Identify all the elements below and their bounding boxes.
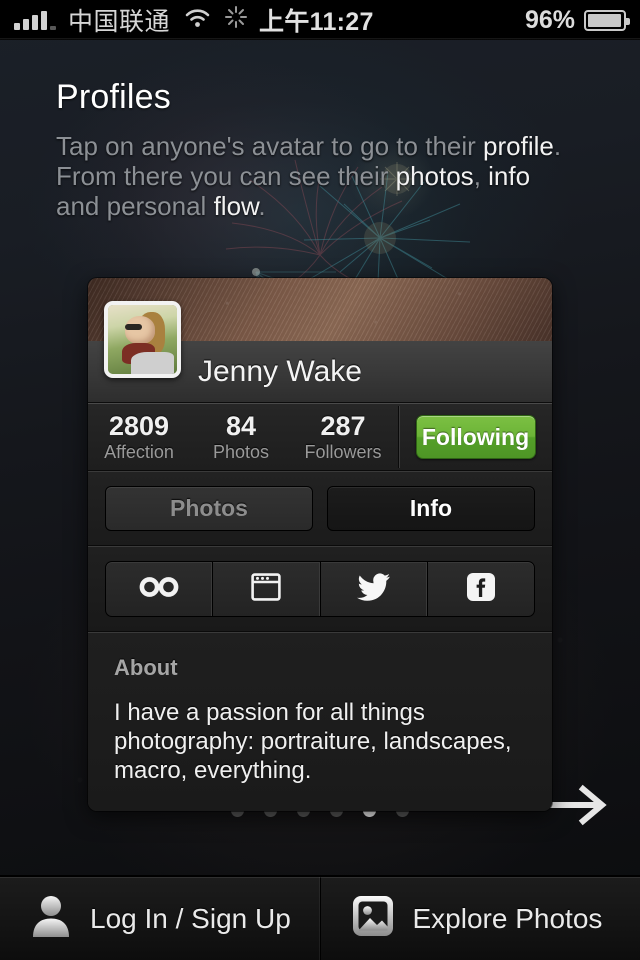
clock-label: 上午11:27	[259, 8, 374, 36]
description-text: Tap on anyone's avatar to go to their	[56, 131, 484, 161]
description-emphasis: info	[488, 161, 531, 191]
carrier-label: 中国联通	[68, 8, 171, 36]
infinity-icon	[137, 574, 181, 605]
page-description: Tap on anyone's avatar to go to their pr…	[56, 131, 576, 221]
page-title: Profiles	[56, 78, 171, 116]
social-links-row	[88, 546, 552, 632]
stat-value: 287	[320, 411, 366, 441]
status-bar: 中国联通 上午11:27 96%	[0, 0, 640, 40]
stat-followers[interactable]: 287 Followers	[292, 411, 394, 463]
next-button[interactable]	[549, 782, 610, 833]
about-heading: About	[114, 655, 178, 680]
profile-name: Jenny Wake	[198, 354, 362, 388]
stat-photos[interactable]: 84 Photos	[190, 411, 292, 463]
battery-icon	[584, 9, 630, 31]
login-signup-label: Log In / Sign Up	[90, 902, 291, 934]
avatar[interactable]	[104, 301, 181, 378]
login-signup-button[interactable]: Log In / Sign Up	[0, 877, 321, 960]
stat-affection[interactable]: 2809 Affection	[88, 411, 190, 463]
profile-card[interactable]: Jenny Wake 2809 Affection 84 Photos 287 …	[88, 278, 552, 811]
stat-value: 2809	[108, 411, 170, 441]
person-icon	[30, 894, 72, 943]
browser-window-icon	[251, 572, 282, 607]
social-link-500px[interactable]	[106, 562, 214, 616]
explore-photos-button[interactable]: Explore Photos	[321, 877, 640, 960]
photo-icon	[351, 894, 395, 943]
signal-bars-icon	[14, 10, 56, 30]
tab-info[interactable]: Info	[327, 486, 535, 531]
stat-label: Followers	[304, 442, 382, 462]
profile-tabs: Photos Info	[88, 471, 552, 546]
description-text: and personal	[56, 191, 214, 221]
social-link-website[interactable]	[213, 562, 321, 616]
social-link-twitter[interactable]	[321, 562, 428, 616]
description-emphasis: profile	[483, 131, 554, 161]
stat-label: Photos	[212, 442, 270, 462]
stat-value: 84	[225, 411, 257, 441]
activity-spinner-icon	[225, 6, 248, 34]
facebook-icon	[466, 572, 496, 607]
about-section: About I have a passion for all things ph…	[88, 632, 552, 811]
description-text: .	[258, 191, 266, 221]
wifi-icon	[184, 7, 211, 34]
explore-photos-label: Explore Photos	[412, 902, 603, 934]
tab-photos[interactable]: Photos	[105, 486, 313, 531]
social-link-facebook[interactable]	[428, 562, 534, 616]
battery-percent-label: 96%	[524, 5, 575, 34]
arrow-right-icon	[549, 784, 610, 832]
bottom-bar: Log In / Sign Up Explore Photos	[0, 875, 640, 960]
about-text: I have a passion for all things photogra…	[114, 699, 512, 784]
following-button[interactable]: Following	[415, 415, 536, 459]
description-text: ,	[473, 161, 489, 191]
description-emphasis: photos	[395, 161, 474, 191]
profile-stats-row: 2809 Affection 84 Photos 287 Followers F…	[88, 403, 552, 471]
profile-name-bar: Jenny Wake	[88, 301, 552, 403]
twitter-bird-icon	[356, 572, 391, 606]
stat-label: Affection	[104, 442, 174, 462]
description-emphasis: flow	[213, 191, 259, 221]
